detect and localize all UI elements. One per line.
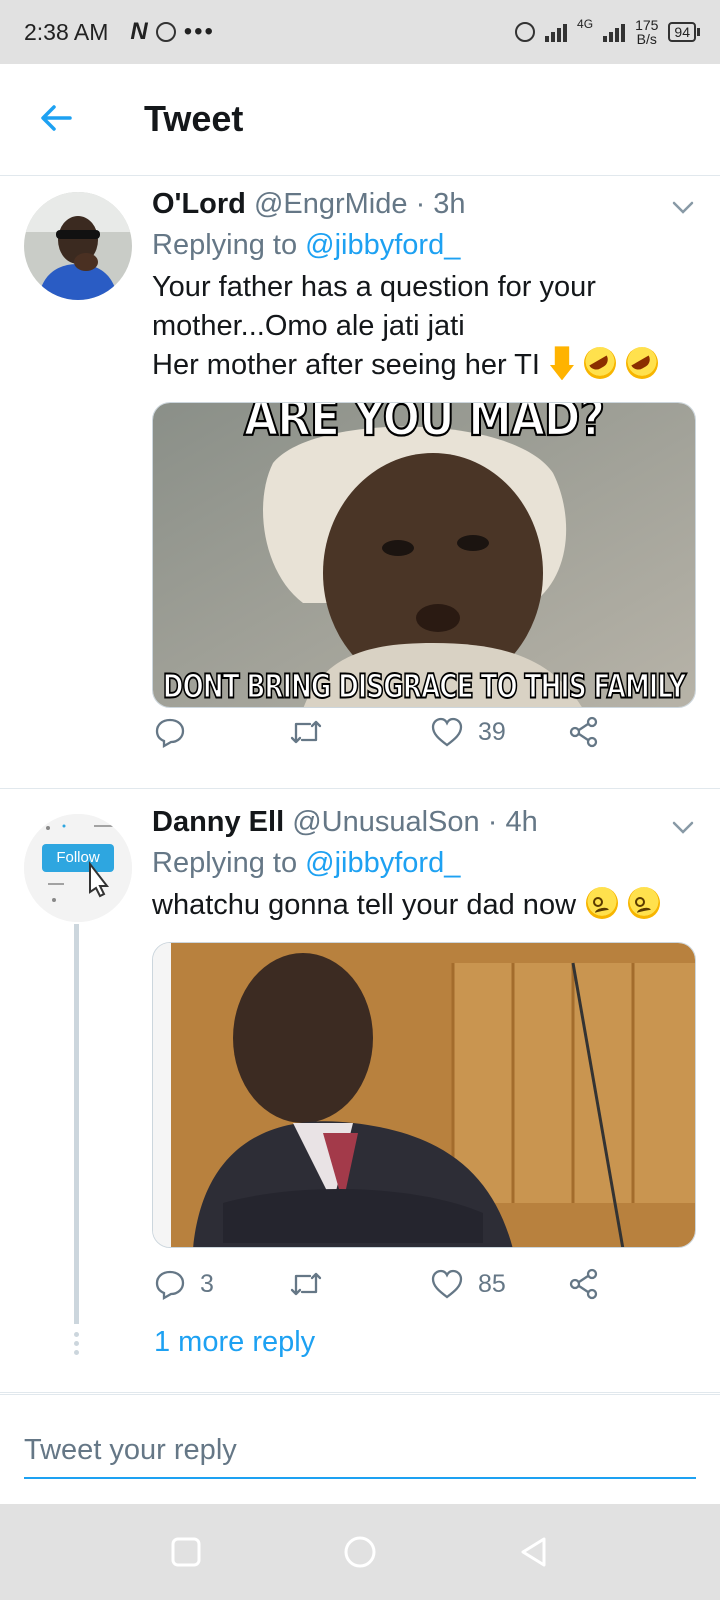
replying-to: Replying to @jibbyford_	[152, 229, 461, 261]
tweet-actions: 39	[152, 716, 622, 756]
thread-ellipsis	[74, 1332, 79, 1355]
tweet-text: whatchu gonna tell your dad now	[152, 886, 696, 925]
meme-caption-top: ARE YOU MAD?	[243, 402, 606, 449]
home-icon[interactable]	[342, 1534, 378, 1570]
tweet-header: O'Lord @EngrMide · 3h	[152, 188, 466, 220]
heart-icon	[431, 717, 463, 747]
like-count: 85	[478, 1269, 506, 1298]
tweet-header: Danny Ell @UnusualSon · 4h	[152, 806, 538, 838]
display-name[interactable]: O'Lord	[152, 188, 246, 220]
like-button[interactable]: 85	[430, 1268, 506, 1300]
replying-to-link[interactable]: @jibbyford_	[305, 229, 460, 261]
share-button[interactable]	[568, 716, 600, 748]
display-name[interactable]: Danny Ell	[152, 806, 284, 838]
woozy-face-emoji-icon	[628, 887, 661, 920]
system-nav-bar	[0, 1504, 720, 1600]
reply-icon	[155, 1270, 185, 1300]
rofl-emoji-icon	[626, 347, 659, 380]
rofl-emoji-icon	[584, 347, 617, 380]
replying-to: Replying to @jibbyford_	[152, 847, 461, 879]
tweet-content: O'Lord @EngrMide · 3h Replying to @jibby…	[152, 188, 696, 385]
like-button[interactable]: 39	[430, 716, 506, 748]
signal-icon	[545, 22, 568, 42]
tweet-text: Your father has a question for your moth…	[152, 268, 696, 385]
retweet-button[interactable]	[288, 1268, 324, 1300]
back-arrow-icon[interactable]	[36, 98, 76, 138]
handle[interactable]: @UnusualSon	[292, 806, 479, 838]
status-time: 2:38 AM	[24, 18, 109, 45]
thread-line	[74, 924, 79, 1324]
recent-apps-icon[interactable]	[168, 1534, 204, 1570]
meme-caption-bottom: DONT BRING DISGRACE TO THIS FAMILY	[162, 667, 687, 707]
avatar-follow-label: Follow	[56, 849, 100, 866]
back-icon[interactable]	[516, 1534, 552, 1570]
handle[interactable]: @EngrMide	[254, 188, 408, 220]
pointing-down-emoji-icon	[549, 346, 574, 381]
reply-composer	[0, 1394, 720, 1504]
avatar[interactable]: Follow	[24, 814, 132, 922]
divider	[0, 788, 720, 789]
tweet-content: Danny Ell @UnusualSon · 4h Replying to @…	[152, 806, 696, 925]
more-notifications-icon: •••	[183, 18, 215, 45]
battery-icon: 94	[668, 22, 700, 42]
tweet-actions: 3 85	[152, 1268, 622, 1308]
reply-count: 3	[200, 1269, 214, 1298]
more-replies-link[interactable]: 1 more reply	[154, 1326, 315, 1359]
reply-button[interactable]	[154, 716, 200, 748]
woozy-face-emoji-icon	[586, 887, 619, 920]
divider	[0, 1392, 720, 1393]
tweet-image[interactable]	[152, 942, 696, 1248]
alarm-icon	[515, 22, 536, 42]
share-button[interactable]	[568, 1268, 600, 1300]
share-icon	[569, 1268, 598, 1300]
network-speed: 175 B/s	[635, 17, 659, 47]
tweet-1[interactable]: O'Lord @EngrMide · 3h Replying to @jibby…	[0, 176, 720, 772]
notification-icon	[155, 22, 176, 42]
retweet-icon	[290, 720, 322, 744]
signal-icon-2	[603, 22, 626, 42]
tweet-reply-input[interactable]	[24, 1423, 696, 1479]
replying-to-link[interactable]: @jibbyford_	[305, 847, 460, 879]
network-type: 4G	[577, 17, 594, 31]
tweet-2[interactable]: Follow Danny Ell @UnusualSon · 4h Replyi…	[0, 790, 720, 1390]
reply-icon	[155, 718, 185, 748]
page-title: Tweet	[144, 98, 244, 139]
tweet-age: 3h	[433, 188, 466, 220]
status-bar: 2:38 AM N ••• 4G 175 B/s 94	[0, 0, 720, 64]
reply-button[interactable]: 3	[154, 1268, 214, 1300]
retweet-button[interactable]	[288, 716, 324, 748]
heart-icon	[431, 1269, 463, 1299]
tweet-image[interactable]: ARE YOU MAD? DONT BRING DISGRACE TO THIS…	[152, 402, 696, 708]
app-notification-icon: N	[130, 18, 148, 45]
share-icon	[569, 716, 598, 748]
retweet-icon	[290, 1272, 322, 1296]
tweet-age: 4h	[505, 806, 538, 838]
like-count: 39	[478, 717, 506, 746]
avatar[interactable]	[24, 192, 132, 300]
top-app-bar: Tweet	[0, 64, 720, 176]
